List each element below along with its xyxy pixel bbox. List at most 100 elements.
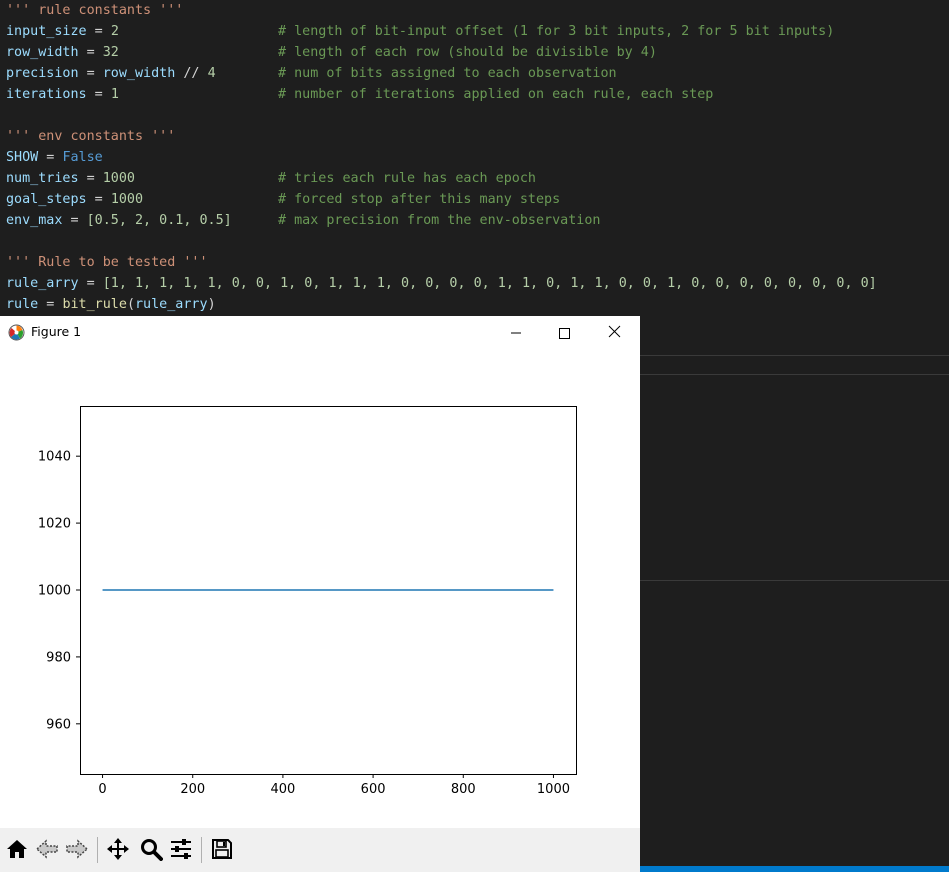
paren: ( xyxy=(126,297,135,312)
operator: = xyxy=(86,24,111,39)
line-chart: 0 200 400 600 800 1000 960 980 1000 1020 1040 xyxy=(38,406,577,797)
value: [1, 1, 1, 1, 1, 0, 0, 1, 0, 1, 1, 1, 0, … xyxy=(102,276,877,291)
docstring: ''' env constants ''' xyxy=(6,129,176,144)
code-line[interactable]: ''' env constants ''' xyxy=(6,126,175,147)
back-icon xyxy=(35,839,58,859)
operator: = xyxy=(78,171,103,186)
operator: = xyxy=(78,66,103,81)
home-button[interactable] xyxy=(3,835,31,863)
keyword: False xyxy=(62,150,103,165)
home-icon xyxy=(7,840,27,858)
variable-name: rule_arry xyxy=(6,276,79,291)
panel-divider xyxy=(640,580,949,581)
variable-name: precision xyxy=(6,66,79,81)
maximize-button[interactable] xyxy=(541,320,587,346)
x-tick-label: 800 xyxy=(451,782,476,797)
toolbar-separator xyxy=(97,837,98,863)
code-comment: # tries each rule has each epoch xyxy=(278,171,536,186)
docstring: ''' rule constants ''' xyxy=(6,3,184,18)
operator: = xyxy=(78,276,103,291)
variable-name: iterations xyxy=(6,87,87,102)
code-line[interactable]: env_max = [0.5, 2, 0.1, 0.5] # max precis… xyxy=(6,210,600,231)
navigation-toolbar xyxy=(0,828,640,872)
back-button[interactable] xyxy=(33,835,61,863)
x-tick-label: 0 xyxy=(98,782,106,797)
code-line[interactable]: row_width = 32 # length of each row (shou… xyxy=(6,42,657,63)
window-titlebar[interactable]: Figure 1 xyxy=(0,316,640,348)
value: [0.5, 2, 0.1, 0.5] xyxy=(86,213,232,228)
pan-icon xyxy=(107,838,129,860)
x-tick-label: 200 xyxy=(180,782,205,797)
minimize-button[interactable] xyxy=(493,320,539,346)
zoom-icon xyxy=(141,839,163,861)
save-icon xyxy=(212,839,232,859)
y-tick-label: 1020 xyxy=(38,517,71,532)
y-tick-label: 1000 xyxy=(38,584,71,599)
code-line[interactable]: input_size = 2 # length of bit-input offs… xyxy=(6,21,834,42)
code-comment: # num of bits assigned to each observati… xyxy=(278,66,617,81)
maximize-icon xyxy=(559,328,570,339)
variable-name: goal_steps xyxy=(6,192,87,207)
code-line[interactable]: ''' rule constants ''' xyxy=(6,0,183,21)
operator: // xyxy=(175,66,208,81)
panel-divider xyxy=(640,374,949,375)
variable-name: input_size xyxy=(6,24,87,39)
code-line[interactable]: iterations = 1 # number of iterations app… xyxy=(6,84,713,105)
x-tick-label: 1000 xyxy=(537,782,570,797)
operator: = xyxy=(38,297,63,312)
value: 1000 xyxy=(102,171,135,186)
plot-canvas[interactable]: 0 200 400 600 800 1000 960 980 1000 1020 1040 xyxy=(0,348,640,828)
variable-ref: row_width xyxy=(102,66,176,81)
variable-name: num_tries xyxy=(6,171,79,186)
matplotlib-app-icon xyxy=(8,324,25,341)
value: 1000 xyxy=(110,192,144,207)
panel-divider xyxy=(640,355,949,356)
zoom-button[interactable] xyxy=(137,835,165,863)
code-comment: # max precision from the env-observation xyxy=(278,213,601,228)
code-line[interactable]: SHOW = False xyxy=(6,147,103,168)
configure-subplots-icon xyxy=(171,839,191,859)
code-line[interactable]: num_tries = 1000 # tries each rule has ea… xyxy=(6,168,536,189)
value: 1 xyxy=(110,87,119,102)
close-icon xyxy=(608,325,621,338)
variable-name: row_width xyxy=(6,45,79,60)
operator: = xyxy=(62,213,87,228)
value: 32 xyxy=(102,45,119,60)
forward-button[interactable] xyxy=(63,835,91,863)
code-comment: # length of each row (should be divisibl… xyxy=(278,45,657,60)
code-line[interactable]: ''' Rule to be tested ''' xyxy=(6,252,208,273)
code-line[interactable]: precision = row_width // 4 # num of bits … xyxy=(6,63,617,84)
minimize-icon xyxy=(511,332,521,334)
code-line[interactable]: rule_arry = [1, 1, 1, 1, 1, 0, 0, 1, 0, … xyxy=(6,273,877,294)
value: 4 xyxy=(207,66,216,81)
x-tick-label: 400 xyxy=(270,782,295,797)
window-title: Figure 1 xyxy=(31,324,82,339)
y-tick-label: 1040 xyxy=(38,450,71,465)
value: 2 xyxy=(110,24,119,39)
toolbar-separator xyxy=(201,837,202,863)
save-button[interactable] xyxy=(208,835,236,863)
operator: = xyxy=(38,150,63,165)
status-bar xyxy=(640,866,949,872)
close-button[interactable] xyxy=(591,320,637,346)
variable-name: rule xyxy=(6,297,39,312)
code-line[interactable]: rule = bit_rule(rule_arry) xyxy=(6,294,216,315)
configure-subplots-button[interactable] xyxy=(167,835,195,863)
operator: = xyxy=(86,87,111,102)
pan-button[interactable] xyxy=(104,835,132,863)
variable-name: SHOW xyxy=(6,150,39,165)
argument: rule_arry xyxy=(135,297,208,312)
docstring: ''' Rule to be tested ''' xyxy=(6,255,208,270)
function-name: bit_rule xyxy=(62,297,127,312)
y-tick-label: 960 xyxy=(46,717,71,732)
operator: = xyxy=(86,192,111,207)
code-comment: # number of iterations applied on each r… xyxy=(278,87,714,102)
y-tick-label: 980 xyxy=(46,650,71,665)
operator: = xyxy=(78,45,103,60)
variable-name: env_max xyxy=(6,213,63,228)
paren: ) xyxy=(207,297,216,312)
x-tick-label: 600 xyxy=(361,782,386,797)
figure-window[interactable]: Figure 1 0 200 400 600 800 1000 960 980 1000 1020… xyxy=(0,316,640,872)
code-line[interactable]: goal_steps = 1000 # forced stop after thi… xyxy=(6,189,560,210)
code-comment: # forced stop after this many steps xyxy=(278,192,561,207)
